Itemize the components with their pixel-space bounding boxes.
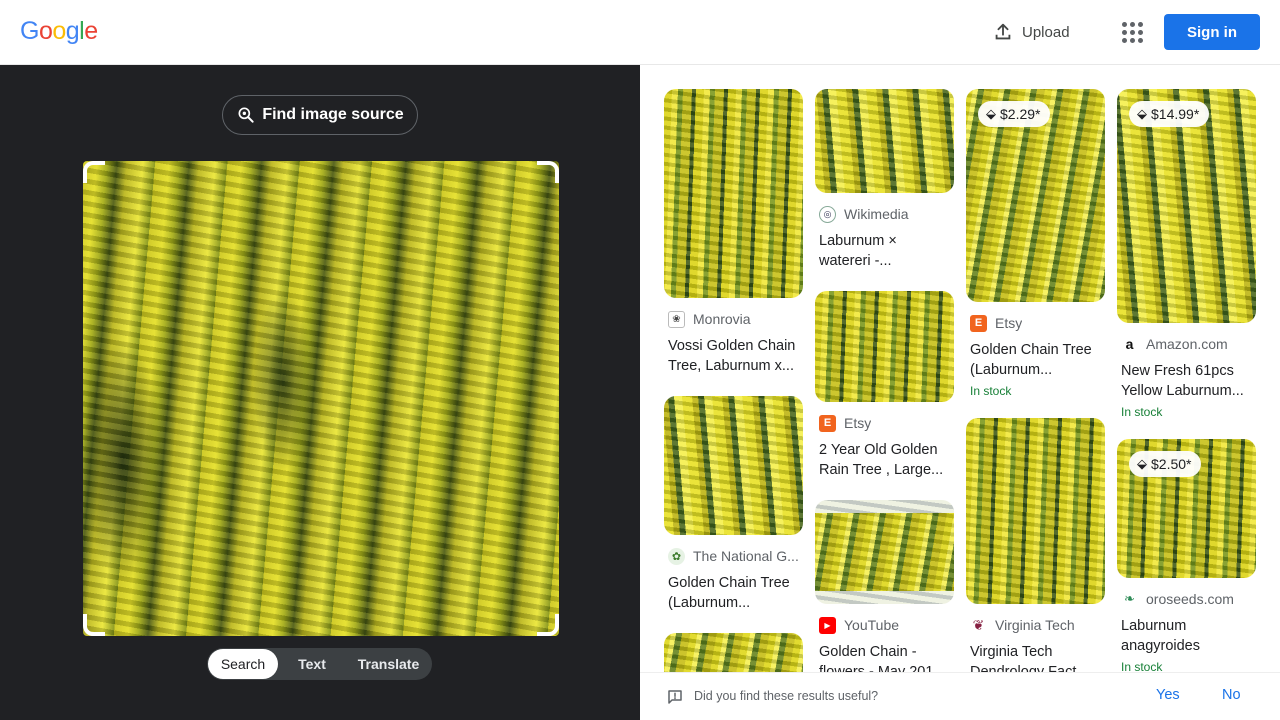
visual-matches-grid: ❀ Monrovia Vossi Golden Chain Tree, Labu… <box>640 65 1280 672</box>
result-card[interactable]: ◎ Wikimedia Laburnum × watereri -... <box>815 89 954 271</box>
result-title[interactable]: 2 Year Old Golden Rain Tree , Large... <box>815 440 954 480</box>
result-source[interactable]: E Etsy <box>815 414 954 432</box>
upload-button[interactable]: Upload <box>992 20 1070 44</box>
crop-handle-bottom-left[interactable] <box>83 614 105 636</box>
feedback-no-button[interactable]: No <box>1222 687 1241 703</box>
mode-tabs: Search Text Translate <box>207 648 432 680</box>
feedback-question: Did you find these results useful? <box>694 689 879 703</box>
query-image-panel: Find image source Search Text Translate <box>0 65 640 720</box>
price-tag-icon: ⬙ <box>1137 106 1147 121</box>
etsy-icon: E <box>970 314 987 332</box>
results-column-2: ◎ Wikimedia Laburnum × watereri -... E E… <box>815 89 954 672</box>
amazon-icon: a <box>1121 335 1138 353</box>
find-image-source-label: Find image source <box>262 106 404 123</box>
oroseeds-icon: ❧ <box>1121 590 1138 608</box>
result-card[interactable]: ✿ The National G... Golden Chain Tree (L… <box>664 396 803 613</box>
lens-search-icon <box>238 107 254 123</box>
result-title[interactable]: Golden Chain Tree (Laburnum... <box>966 340 1105 380</box>
results-column-4: ⬙ $14.99* a Amazon.com New Fresh 61pcs Y… <box>1117 89 1256 672</box>
result-title[interactable]: Golden Chain Tree (Laburnum... <box>664 573 803 613</box>
result-thumbnail[interactable] <box>966 418 1105 604</box>
logo-letter: o <box>52 17 66 45</box>
result-thumbnail[interactable] <box>664 396 803 535</box>
monrovia-icon: ❀ <box>668 310 685 328</box>
feedback-icon <box>668 690 682 704</box>
feedback-bar: Did you find these results useful? Yes N… <box>640 672 1280 720</box>
stock-status: In stock <box>970 384 1012 398</box>
results-column-3: ⬙ $2.29* E Etsy Golden Chain Tree (Labur… <box>966 89 1105 672</box>
results-column-1: ❀ Monrovia Vossi Golden Chain Tree, Labu… <box>664 89 803 672</box>
tab-search[interactable]: Search <box>208 649 278 679</box>
youtube-icon: ▶ <box>819 616 836 634</box>
google-logo[interactable]: Google <box>20 17 98 46</box>
result-thumbnail[interactable] <box>815 291 954 402</box>
virginia-tech-icon: ❦ <box>970 616 987 634</box>
result-card[interactable]: ▶ YouTube Golden Chain - flowers - May 2… <box>815 500 954 672</box>
price-badge: ⬙ $2.50* <box>1129 451 1202 477</box>
result-source[interactable]: ❦ Virginia Tech <box>966 616 1105 634</box>
result-thumbnail[interactable]: ⬙ $2.29* <box>966 89 1105 302</box>
sign-in-button[interactable]: Sign in <box>1164 14 1260 50</box>
result-source[interactable]: ◎ Wikimedia <box>815 205 954 223</box>
result-thumbnail[interactable] <box>815 500 954 604</box>
result-card[interactable]: ⬙ $2.50* ❧ oroseeds.com Laburnum anagyro… <box>1117 439 1256 672</box>
stock-status: In stock <box>1121 660 1163 672</box>
logo-letter: g <box>65 17 80 45</box>
feedback-yes-button[interactable]: Yes <box>1156 687 1180 703</box>
result-thumbnail[interactable]: ⬙ $14.99* <box>1117 89 1256 323</box>
logo-letter: e <box>84 17 98 45</box>
national-garden-icon: ✿ <box>668 547 685 565</box>
top-bar: Google Upload Sign in <box>0 0 1280 65</box>
upload-icon <box>995 23 1011 40</box>
result-thumbnail[interactable] <box>664 633 803 672</box>
result-source[interactable]: ❧ oroseeds.com <box>1117 590 1256 608</box>
result-source[interactable]: ❀ Monrovia <box>664 310 803 328</box>
result-title[interactable]: Vossi Golden Chain Tree, Laburnum x... <box>664 336 803 376</box>
result-title[interactable]: Virginia Tech Dendrology Fact... <box>966 642 1105 672</box>
result-card[interactable]: ❦ Virginia Tech Virginia Tech Dendrology… <box>966 418 1105 672</box>
result-source[interactable]: ▶ YouTube <box>815 616 954 634</box>
logo-letter: G <box>20 17 39 45</box>
upload-label: Upload <box>1022 23 1070 41</box>
result-title[interactable]: Laburnum × watereri -... <box>815 231 954 271</box>
result-thumbnail[interactable] <box>664 89 803 298</box>
price-tag-icon: ⬙ <box>1137 456 1147 471</box>
tab-text[interactable]: Text <box>278 649 346 679</box>
crop-handle-bottom-right[interactable] <box>537 614 559 636</box>
result-source[interactable]: ✿ The National G... <box>664 547 803 565</box>
result-thumbnail[interactable]: ⬙ $2.50* <box>1117 439 1256 578</box>
price-badge: ⬙ $2.29* <box>978 101 1051 127</box>
logo-letter: o <box>38 17 53 45</box>
stock-status: In stock <box>1121 405 1163 419</box>
result-card[interactable]: ❀ Monrovia Vossi Golden Chain Tree, Labu… <box>664 89 803 376</box>
crop-handle-top-right[interactable] <box>537 161 559 183</box>
price-tag-icon: ⬙ <box>986 106 996 121</box>
result-source[interactable]: a Amazon.com <box>1117 335 1256 353</box>
find-image-source-button[interactable]: Find image source <box>222 95 418 135</box>
wikimedia-icon: ◎ <box>819 205 836 223</box>
tab-translate[interactable]: Translate <box>346 649 431 679</box>
result-card[interactable]: ⬙ $2.29* E Etsy Golden Chain Tree (Labur… <box>966 89 1105 398</box>
etsy-icon: E <box>819 414 836 432</box>
crop-selection[interactable] <box>83 161 559 636</box>
apps-grid-icon[interactable] <box>1120 20 1144 44</box>
query-image <box>83 161 559 636</box>
result-thumbnail[interactable] <box>815 89 954 193</box>
result-card[interactable]: ⬙ $14.99* a Amazon.com New Fresh 61pcs Y… <box>1117 89 1256 419</box>
result-title[interactable]: New Fresh 61pcs Yellow Laburnum... <box>1117 361 1256 401</box>
result-title[interactable]: Laburnum anagyroides <box>1117 616 1256 656</box>
result-source[interactable]: E Etsy <box>966 314 1105 332</box>
result-card[interactable]: E Etsy 2 Year Old Golden Rain Tree , Lar… <box>815 291 954 480</box>
result-card[interactable] <box>664 633 803 672</box>
price-badge: ⬙ $14.99* <box>1129 101 1210 127</box>
crop-handle-top-left[interactable] <box>83 161 105 183</box>
result-title[interactable]: Golden Chain - flowers - May 201... <box>815 642 954 672</box>
